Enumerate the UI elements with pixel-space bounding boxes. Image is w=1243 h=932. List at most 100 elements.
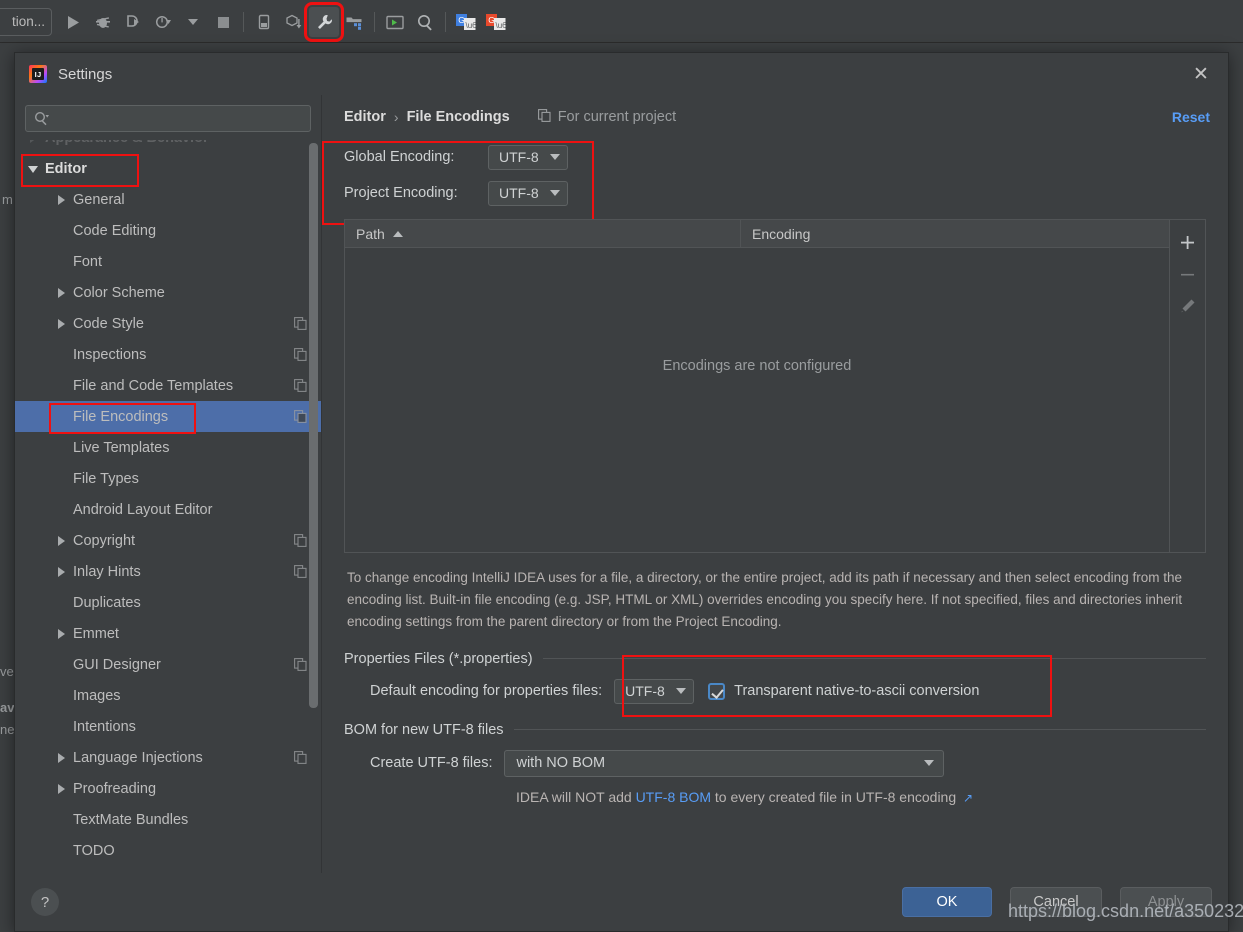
sidebar-scrollbar[interactable] [309,143,318,708]
sidebar-item-general[interactable]: General [15,184,321,215]
add-encoding-button[interactable] [1173,226,1203,258]
bom-note-suffix: to every created file in UTF-8 encoding [714,788,957,805]
create-utf8-files-label: Create UTF-8 files: [370,755,493,772]
sidebar-item-language-injections[interactable]: Language Injections [15,742,321,773]
sidebar-item-code-editing[interactable]: Code Editing [15,215,321,246]
chevron-down-icon[interactable] [178,7,208,37]
profile-icon[interactable] [148,7,178,37]
chevron-right-icon[interactable] [55,193,68,206]
column-header-encoding[interactable]: Encoding [741,220,810,247]
sidebar-item-proofreading[interactable]: Proofreading [15,773,321,804]
sidebar-item-color-scheme[interactable]: Color Scheme [15,277,321,308]
group-divider [513,729,1206,731]
sidebar-item-file-types[interactable]: File Types [15,463,321,494]
project-structure-icon[interactable] [339,7,369,37]
search-input[interactable] [55,111,302,126]
chevron-right-icon[interactable] [55,751,68,764]
chevron-right-icon[interactable] [55,534,68,547]
sidebar-item-label: TextMate Bundles [73,811,189,828]
column-header-encoding-label: Encoding [752,225,811,242]
sidebar-item-textmate-bundles[interactable]: TextMate Bundles [15,804,321,835]
stop-icon[interactable] [208,7,238,37]
sidebar-item-gui-designer[interactable]: GUI Designer [15,649,321,680]
copy-settings-icon [537,108,551,126]
settings-tree: Appearance & Behavior Editor General Code E… [15,140,321,873]
sync-gradle-icon[interactable] [279,7,309,37]
project-encoding-select[interactable]: UTF-8 [488,180,568,206]
settings-wrench-icon[interactable] [304,2,344,42]
sidebar-item-todo[interactable]: TODO [15,835,321,866]
run-configuration-selector[interactable]: tion... [0,8,52,36]
sidebar-item-label: Duplicates [73,594,141,611]
run-with-coverage-icon[interactable] [118,7,148,37]
close-icon[interactable]: ✕ [1188,61,1214,87]
toolbar-divider [374,12,375,32]
bom-group-body: Create UTF-8 files: with NO BOM IDEA wil… [344,738,1206,805]
copy-settings-icon [294,317,307,330]
sidebar-item-code-style[interactable]: Code Style [15,308,321,339]
sidebar-item-label: GUI Designer [73,656,161,673]
sidebar-item-appearance-behavior[interactable]: Appearance & Behavior [15,140,321,153]
debug-icon[interactable] [88,7,118,37]
chevron-right-icon[interactable] [27,140,40,144]
run-icon[interactable] [58,7,88,37]
chevron-right-icon[interactable] [55,286,68,299]
sidebar-item-font[interactable]: Font [15,246,321,277]
sidebar-item-file-and-code-templates[interactable]: File and Code Templates [15,370,321,401]
translate-blue-icon[interactable]: G \u6587 [451,7,481,37]
sidebar-item-intentions[interactable]: Intentions [15,711,321,742]
encodings-table-toolbar [1169,220,1205,552]
sidebar-item-duplicates[interactable]: Duplicates [15,587,321,618]
svg-text:G: G [488,15,495,25]
help-button[interactable]: ? [31,888,59,916]
chevron-right-icon[interactable] [55,627,68,640]
device-manager-icon[interactable] [249,7,279,37]
sidebar-item-live-templates[interactable]: Live Templates [15,432,321,463]
remove-encoding-button[interactable] [1173,258,1203,290]
sidebar-item-inlay-hints[interactable]: Inlay Hints [15,556,321,587]
column-header-path[interactable]: Path [345,220,741,247]
default-properties-encoding-label: Default encoding for properties files: [370,683,603,700]
encodings-table-body[interactable]: Encodings are not configured [345,248,1169,552]
sidebar-item-label: Proofreading [73,780,157,797]
transparent-native-to-ascii-checkbox[interactable] [708,682,726,700]
transparent-native-to-ascii-checkbox-wrap[interactable]: Transparent native-to-ascii conversion [708,682,979,700]
chevron-right-icon[interactable] [55,565,68,578]
default-properties-encoding-select[interactable]: UTF-8 [614,678,695,704]
apply-button[interactable]: Apply [1120,887,1212,917]
sidebar-item-label: Images [73,687,121,704]
create-utf8-files-select[interactable]: with NO BOM [504,749,945,777]
translate-red-icon[interactable]: G \u6587 [481,7,511,37]
breadcrumb-parent[interactable]: Editor [344,109,386,125]
chevron-down-icon[interactable] [27,162,40,175]
sidebar-item-android-layout-editor[interactable]: Android Layout Editor [15,494,321,525]
sidebar-item-inspections[interactable]: Inspections [15,339,321,370]
edit-encoding-button[interactable] [1173,290,1203,322]
breadcrumb-current: File Encodings [406,109,510,125]
scope-label: For current project [557,109,677,125]
chevron-right-icon[interactable] [55,782,68,795]
search-box[interactable] [25,105,311,132]
chevron-right-icon[interactable] [55,317,68,330]
sidebar-item-copyright[interactable]: Copyright [15,525,321,556]
sidebar-item-file-encodings[interactable]: File Encodings [15,401,321,434]
search-everywhere-icon[interactable] [410,7,440,37]
sidebar-item-label: General [73,191,125,208]
description-text: To change encoding IntelliJ IDEA uses fo… [347,570,1183,629]
reset-link[interactable]: Reset [1172,109,1210,125]
ok-button[interactable]: OK [902,887,992,917]
global-encoding-select[interactable]: UTF-8 [488,144,568,170]
cancel-button[interactable]: Cancel [1010,887,1102,917]
sort-ascending-icon [392,230,403,237]
terminal-icon[interactable] [380,7,410,37]
sidebar-item-emmet[interactable]: Emmet [15,618,321,649]
sidebar-item-editor[interactable]: Editor [15,153,321,187]
utf8-bom-link[interactable]: UTF-8 BOM [636,789,711,805]
sidebar-item-images[interactable]: Images [15,680,321,711]
